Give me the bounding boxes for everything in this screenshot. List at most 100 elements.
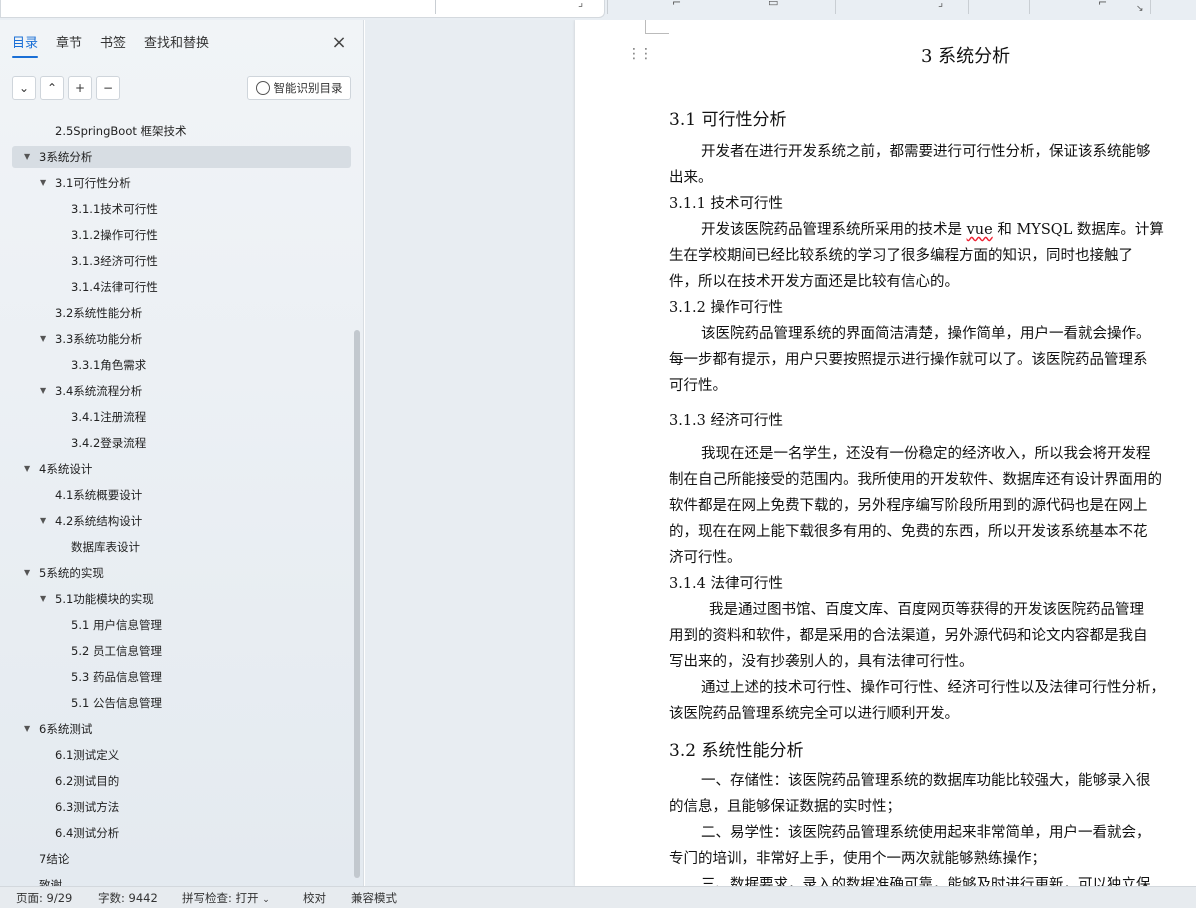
- document-page[interactable]: ⋮⋮ 3 系统分析 3.1 可行性分析 开发者在进行开发系统之前，都需要进行可行…: [575, 20, 1196, 886]
- status-spellcheck[interactable]: 拼写检查: 打开 ⌄: [182, 890, 270, 906]
- toc-item-label: 3.3系统功能分析: [55, 332, 143, 346]
- toc-item-label: 3.4.2登录流程: [71, 436, 147, 450]
- toc-item[interactable]: 5.3 药品信息管理: [71, 666, 162, 688]
- caret-down-icon[interactable]: ▼: [24, 146, 34, 168]
- toc-item-label: 4系统设计: [39, 462, 93, 476]
- toc-item[interactable]: 2.5SpringBoot 框架技术: [55, 120, 187, 142]
- toc-item[interactable]: 3.1.3经济可行性: [71, 250, 158, 272]
- toc-item[interactable]: 3.4.1注册流程: [71, 406, 146, 428]
- status-word-count[interactable]: 字数: 9442: [98, 890, 158, 906]
- paragraph-line: 生在学校期间已经比较系统的学习了很多编程方面的知识，同时也接触了: [669, 248, 1133, 264]
- chevron-down-icon[interactable]: ⌄: [12, 76, 36, 100]
- toc-item[interactable]: 5.2 员工信息管理: [71, 640, 162, 662]
- toolbar-divider: [1150, 0, 1151, 14]
- paragraph-line: 可行性。: [669, 378, 727, 394]
- toc-item[interactable]: 6.3测试方法: [55, 796, 119, 818]
- heading-section: 3.1 可行性分析: [669, 110, 787, 130]
- toc-item-label: 致谢: [39, 878, 62, 886]
- plus-icon[interactable]: +: [68, 76, 92, 100]
- toc-item[interactable]: 数据库表设计: [71, 536, 140, 558]
- toc-item-label: 7结论: [39, 852, 70, 866]
- caret-down-icon[interactable]: ▼: [40, 328, 50, 350]
- toc-item[interactable]: 6.2测试目的: [55, 770, 119, 792]
- toolbar-icon[interactable]: ⌟: [938, 0, 943, 9]
- dialog-launcher-icon[interactable]: ↘: [1136, 4, 1144, 14]
- toc-item-label: 6.1测试定义: [55, 748, 120, 762]
- toc-item-label: 6.3测试方法: [55, 800, 120, 814]
- caret-down-icon[interactable]: ▼: [40, 510, 50, 532]
- chevron-up-icon[interactable]: ⌃: [40, 76, 64, 100]
- paragraph-line: 的，现在在网上能下载很多有用的、免费的东西，所以开发该系统基本不花: [669, 524, 1148, 540]
- toc-item[interactable]: 6.1测试定义: [55, 744, 119, 766]
- tab-find-replace[interactable]: 查找和替换: [144, 34, 209, 56]
- toc-item-label: 3.1.4法律可行性: [71, 280, 158, 294]
- caret-down-icon[interactable]: ▼: [40, 172, 50, 194]
- status-page[interactable]: 页面: 9/29: [16, 890, 72, 906]
- paragraph-line: 该医院药品管理系统的界面简洁清楚，操作简单，用户一看就会操作。: [701, 326, 1151, 342]
- toc-item[interactable]: 3.1.2操作可行性: [71, 224, 158, 246]
- nav-tabs: 目录 章节 书签 查找和替换: [12, 34, 227, 58]
- paragraph-line: 通过上述的技术可行性、操作可行性、经济可行性以及法律可行性分析，: [701, 680, 1165, 696]
- toc-item[interactable]: 致谢: [39, 874, 62, 886]
- toc-item-label: 4.1系统概要设计: [55, 488, 143, 502]
- toc-item[interactable]: 3.1.4法律可行性: [71, 276, 158, 298]
- toc-item-label: 5.1 用户信息管理: [71, 618, 162, 632]
- toc-item[interactable]: 3.4.2登录流程: [71, 432, 146, 454]
- toc-scrollbar[interactable]: [354, 330, 360, 878]
- tab-bookmarks[interactable]: 书签: [100, 34, 126, 56]
- paragraph-line: 三、数据要求，录入的数据准确可靠，能够及时进行更新，可以独立保: [701, 877, 1151, 886]
- caret-down-icon[interactable]: ▼: [24, 718, 34, 740]
- paragraph-line: 该医院药品管理系统完全可以进行顺利开发。: [669, 706, 959, 722]
- toc-item-label: 3.3.1角色需求: [71, 358, 147, 372]
- status-compat-mode[interactable]: 兼容模式: [351, 890, 397, 906]
- caret-down-icon[interactable]: ▼: [24, 458, 34, 480]
- toolbar-icon[interactable]: ⌐: [1098, 0, 1107, 9]
- chevron-down-icon: ⌄: [262, 895, 270, 905]
- ai-icon: [255, 81, 270, 95]
- toc-item-label: 5.1功能模块的实现: [55, 592, 154, 606]
- toolbar-icon[interactable]: ▭: [768, 0, 778, 9]
- minus-icon[interactable]: −: [96, 76, 120, 100]
- spellcheck-word[interactable]: vue: [967, 222, 993, 238]
- toc-item[interactable]: 3.3.1角色需求: [71, 354, 146, 376]
- toc-item-label: 5.1 公告信息管理: [71, 696, 162, 710]
- toc-item[interactable]: 4.1系统概要设计: [55, 484, 142, 506]
- paragraph-line: 写出来的，没有抄袭别人的，具有法律可行性。: [669, 654, 974, 670]
- toc-item[interactable]: 5.1 公告信息管理: [71, 692, 162, 714]
- close-icon[interactable]: ×: [329, 34, 349, 54]
- toc-item[interactable]: 3.1.1技术可行性: [71, 198, 158, 220]
- toc-item[interactable]: 6.4测试分析: [55, 822, 119, 844]
- caret-down-icon[interactable]: ▼: [40, 380, 50, 402]
- paragraph-text: 开发该医院药品管理系统所采用的技术是: [701, 222, 967, 238]
- heading-section: 3.2 系统性能分析: [669, 741, 804, 761]
- toc-item-label: 5.3 药品信息管理: [71, 670, 162, 684]
- toc-item[interactable]: ▼ 3系统分析: [12, 146, 351, 168]
- status-proofread[interactable]: 校对: [303, 890, 326, 906]
- smart-detect-toc-button[interactable]: 智能识别目录: [247, 76, 351, 100]
- toolbar-icon[interactable]: ⌟: [578, 0, 583, 9]
- paragraph-line: 件，所以在技术开发方面还是比较有信心的。: [669, 274, 959, 290]
- drag-handle-icon[interactable]: ⋮⋮: [627, 46, 653, 62]
- toolbar-divider: [435, 0, 436, 14]
- heading-subsection: 3.1.4 法律可行性: [669, 576, 784, 592]
- tab-toc[interactable]: 目录: [12, 34, 39, 58]
- tab-chapters[interactable]: 章节: [56, 34, 82, 56]
- caret-down-icon[interactable]: ▼: [40, 588, 50, 610]
- paragraph-line: 二、易学性：该医院药品管理系统使用起来非常简单，用户一看就会，: [701, 825, 1151, 841]
- toc-item-label: 6.4测试分析: [55, 826, 120, 840]
- toolbar-field[interactable]: [0, 0, 605, 18]
- toc-item[interactable]: 5.1 用户信息管理: [71, 614, 162, 636]
- paragraph-line: 的信息，且能够保证数据的实时性；: [669, 799, 901, 815]
- caret-down-icon[interactable]: ▼: [24, 562, 34, 584]
- paragraph-line: 软件都是在网上免费下载的，另外程序编写阶段所用到的源代码也是在网上: [669, 498, 1148, 514]
- paragraph-line: 我现在还是一名学生，还没有一份稳定的经济收入，所以我会将开发程: [701, 446, 1151, 462]
- toolbar-divider: [968, 0, 969, 14]
- paragraph-line: 济可行性。: [669, 550, 742, 566]
- heading-subsection: 3.1.3 经济可行性: [669, 413, 784, 429]
- toc-item[interactable]: 3.2系统性能分析: [55, 302, 142, 324]
- toolbar-icon[interactable]: ⌐: [672, 0, 681, 9]
- toc-list: 2.5SpringBoot 框架技术 ▼ 3系统分析 ▼ 3.1可行性分析 3.1.…: [0, 118, 364, 886]
- toc-item[interactable]: 7结论: [39, 848, 69, 870]
- heading-chapter: 3 系统分析: [921, 46, 1011, 67]
- toolbar-divider: [1029, 0, 1030, 14]
